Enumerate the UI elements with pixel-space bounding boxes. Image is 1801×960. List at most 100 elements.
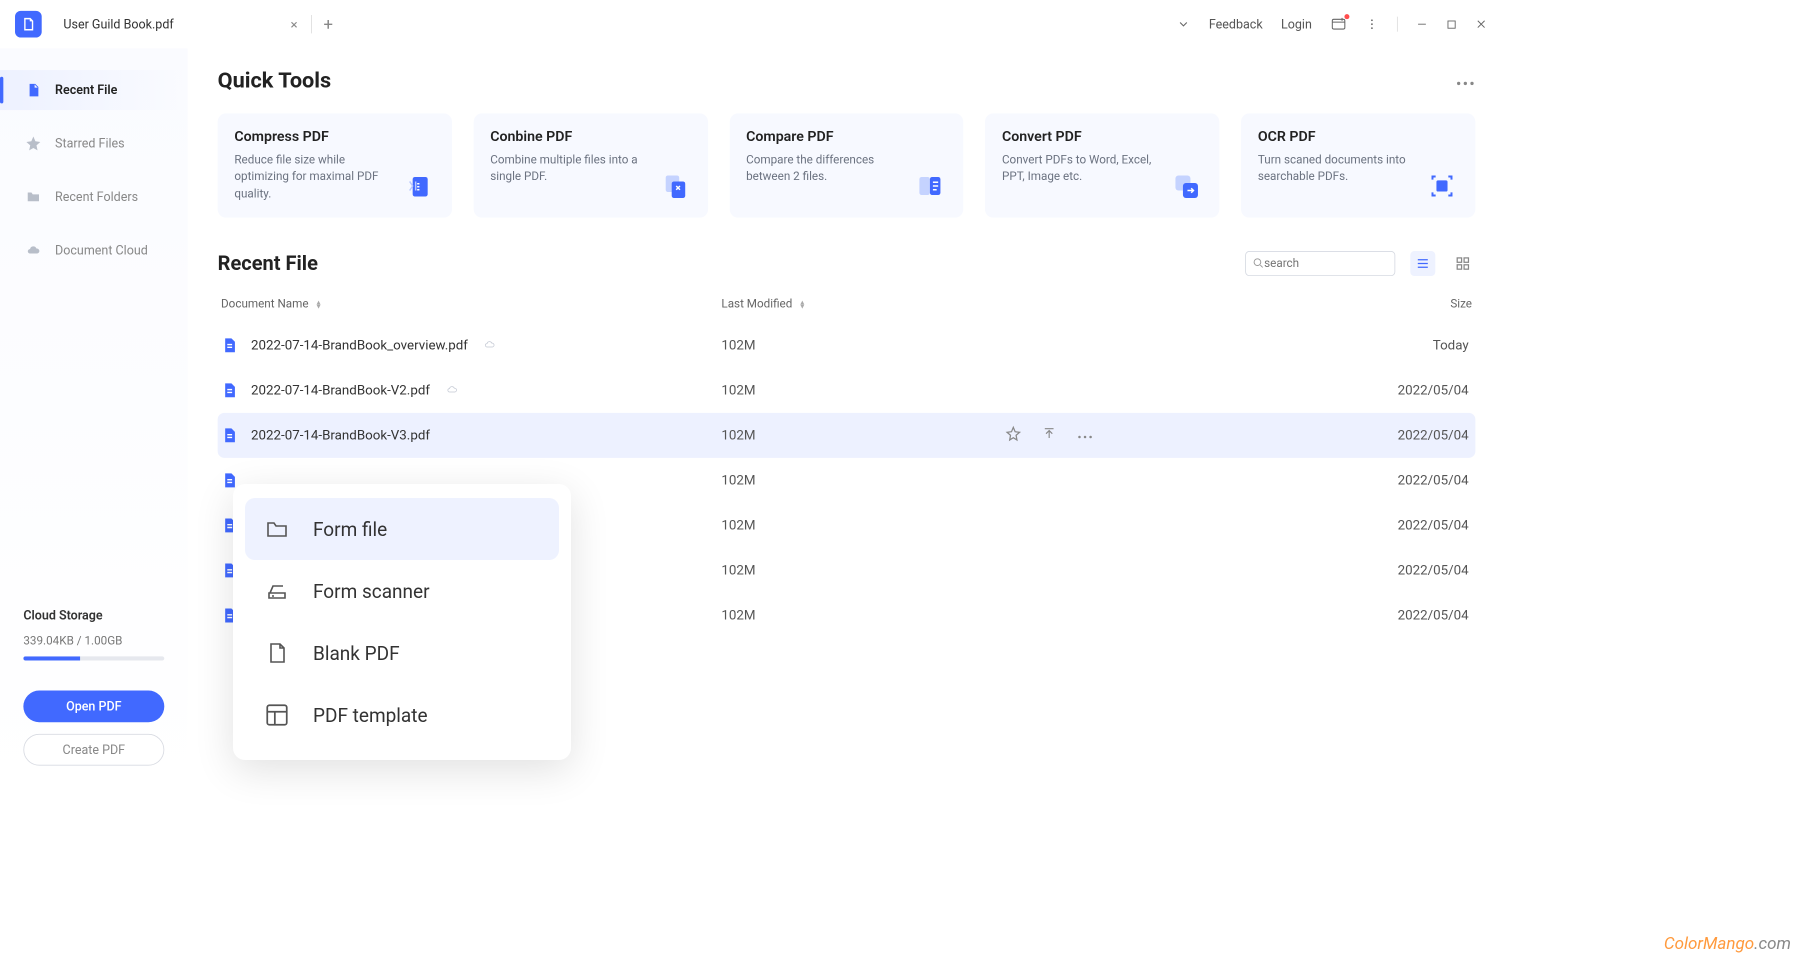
file-row[interactable]: 2022-07-14-BrandBook-V3.pdf102M2022/05/0… [218,413,1476,458]
file-modified: 102M [721,517,1005,533]
new-tab-icon[interactable]: + [323,14,332,34]
sidebar-label: Document Cloud [55,243,148,258]
tool-desc: Turn scaned documents into searchable PD… [1258,152,1414,186]
cloud-sync-icon [483,337,496,353]
folder-outline-icon [263,515,291,543]
row-actions [1005,425,1093,445]
file-size: 2022/05/04 [1369,607,1469,623]
col-size[interactable]: Size [1372,298,1472,311]
create-pdf-menu: Form file Form scanner Blank PDF PDF tem… [233,484,571,760]
document-icon [25,82,42,99]
file-modified: 102M [721,562,1005,578]
sidebar-item-starred[interactable]: Starred Files [0,123,188,163]
watermark: ColorMango.com [1664,934,1791,954]
close-tab-icon[interactable]: × [290,16,297,32]
tool-combine[interactable]: Conbine PDFCombine multiple files into a… [474,113,708,217]
svg-text:T: T [1440,182,1445,191]
chevron-down-icon[interactable] [1177,18,1190,31]
file-size: Today [1369,337,1469,353]
menu-form-file[interactable]: Form file [245,498,559,560]
table-header: Document Name▲▼ Last Modified▲▼ Size [218,291,1476,323]
pdf-icon [221,334,239,356]
file-modified: 102M [721,337,1005,353]
file-name-cell: 2022-07-14-BrandBook_overview.pdf [221,334,721,356]
template-icon [263,701,291,729]
tool-title: Convert PDF [1002,128,1158,145]
create-pdf-button[interactable]: Create PDF [23,734,164,766]
compress-icon [402,169,435,202]
file-size: 2022/05/04 [1369,472,1469,488]
maximize-icon[interactable] [1446,19,1457,30]
tool-desc: Convert PDFs to Word, Excel, PPT, Image … [1002,152,1158,186]
close-window-icon[interactable] [1475,18,1487,30]
menu-label: Form file [313,518,387,541]
star-icon [25,135,42,152]
menu-form-scanner[interactable]: Form scanner [245,560,559,622]
menu-pdf-template[interactable]: PDF template [245,684,559,746]
combine-icon [658,169,691,202]
menu-label: Blank PDF [313,642,400,665]
minimize-icon[interactable] [1416,18,1428,30]
cloud-storage-title: Cloud Storage [23,608,164,623]
document-tab[interactable]: User Guild Book.pdf [63,17,173,32]
search-icon [1253,257,1264,270]
tool-desc: Compare the differences between 2 files. [746,152,902,186]
sidebar: Recent File Starred Files Recent Folders… [0,48,188,800]
search-input[interactable] [1264,257,1388,270]
file-modified: 102M [721,607,1005,623]
pdf-icon [221,379,239,401]
sidebar-label: Recent File [55,83,117,98]
file-name-cell: 2022-07-14-BrandBook-V3.pdf [221,424,721,446]
kebab-menu-icon[interactable] [1365,18,1378,31]
file-row[interactable]: 2022-07-14-BrandBook_overview.pdf 102M Tod… [218,323,1476,368]
feedback-link[interactable]: Feedback [1209,17,1263,32]
list-view-button[interactable] [1410,251,1435,276]
file-size: 2022/05/04 [1369,382,1469,398]
tool-title: Compress PDF [234,128,390,145]
tab-divider [311,15,312,33]
tool-compare[interactable]: Compare PDFCompare the differences betwe… [729,113,963,217]
sidebar-item-recent-file[interactable]: Recent File [0,70,188,110]
sort-icon: ▲▼ [315,300,322,308]
open-pdf-button[interactable]: Open PDF [23,691,164,723]
storage-progress [23,656,164,660]
search-input-wrapper[interactable] [1245,251,1395,276]
grid-view-button[interactable] [1450,251,1475,276]
login-link[interactable]: Login [1281,17,1312,32]
file-name: 2022-07-14-BrandBook-V2.pdf [251,382,430,398]
recent-file-title: Recent File [218,252,318,275]
tool-ocr[interactable]: OCR PDFTurn scaned documents into search… [1241,113,1475,217]
upload-icon[interactable] [1042,426,1057,444]
sidebar-item-document-cloud[interactable]: Document Cloud [0,230,188,270]
more-icon[interactable] [1077,427,1094,443]
file-size: 2022/05/04 [1369,517,1469,533]
tool-desc: Reduce file size while optimizing for ma… [234,152,390,203]
convert-icon [1169,169,1202,202]
compare-icon [914,169,947,202]
create-pdf-label: Create PDF [63,742,126,757]
tool-compress[interactable]: Compress PDF Reduce file size while optim… [218,113,452,217]
blank-page-icon [263,639,291,667]
sidebar-label: Recent Folders [55,189,138,204]
menu-label: Form scanner [313,580,430,603]
sidebar-item-recent-folders[interactable]: Recent Folders [0,177,188,217]
top-bar: User Guild Book.pdf × + Feedback Login [0,0,1502,48]
scanner-icon [263,577,291,605]
folder-icon [25,188,42,205]
tool-convert[interactable]: Convert PDF Convert PDFs to Word, Excel, … [985,113,1219,217]
app-logo [15,11,42,38]
more-icon[interactable] [1455,73,1475,89]
col-document-name[interactable]: Document Name▲▼ [221,298,721,311]
file-name: 2022-07-14-BrandBook_overview.pdf [251,337,468,353]
menu-blank-pdf[interactable]: Blank PDF [245,622,559,684]
pdf-icon [221,424,239,446]
tool-desc: Combine multiple files into a single PDF… [490,152,646,186]
file-size: 2022/05/04 [1369,562,1469,578]
file-row[interactable]: 2022-07-14-BrandBook-V2.pdf102M2022/05/0… [218,368,1476,413]
notification-icon[interactable] [1330,16,1347,33]
cloud-sync-icon [445,382,458,398]
quick-tools-title: Quick Tools [218,68,332,93]
col-last-modified[interactable]: Last Modified▲▼ [721,298,1005,311]
star-icon[interactable] [1005,425,1022,445]
ocr-icon: T [1425,169,1458,202]
